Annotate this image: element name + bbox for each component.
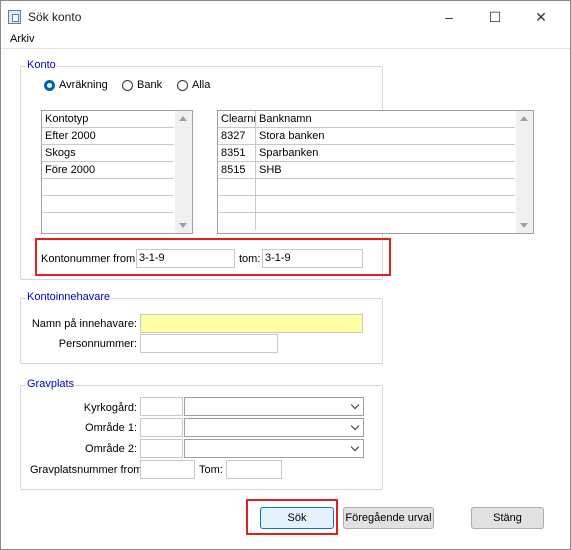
bank-scrollbar[interactable]	[516, 111, 533, 233]
namn-field[interactable]	[140, 314, 363, 333]
gravplats-legend: Gravplats	[26, 378, 76, 390]
namn-label: Namn på innehavare:	[31, 318, 137, 330]
app-icon	[8, 10, 21, 24]
close-button[interactable]: ✕	[518, 5, 564, 29]
radio-bank-label: Bank	[137, 79, 163, 91]
personnummer-label: Personnummer:	[58, 338, 137, 350]
omrade2-code-field[interactable]	[140, 439, 183, 458]
bank-list[interactable]: Clearnr Banknamn 8327 Stora banken 8351 …	[217, 110, 534, 234]
highlight-box-sok	[246, 499, 338, 535]
gravplatsnummer-from-field[interactable]	[140, 460, 195, 479]
konto-legend: Konto	[26, 59, 57, 71]
maximize-button[interactable]: ☐	[472, 5, 518, 29]
list-item[interactable]	[42, 179, 174, 196]
list-item[interactable]: Efter 2000	[42, 128, 174, 145]
omrade1-label: Område 1:	[85, 422, 137, 434]
gravplatsnummer-tom-field[interactable]	[226, 460, 282, 479]
bank-clearnr-cell[interactable]	[218, 213, 256, 230]
maximize-icon: ☐	[488, 9, 502, 25]
bank-name-cell[interactable]: SHB	[256, 162, 515, 179]
gravplatsnummer-from-label: Gravplatsnummer from:	[30, 464, 146, 476]
menu-arkiv[interactable]: Arkiv	[10, 33, 34, 45]
radio-avrakning-dot[interactable]	[44, 80, 55, 91]
radio-alla-dot[interactable]	[177, 80, 188, 91]
bank-clearnr-cell[interactable]	[218, 179, 256, 196]
bank-name-cell[interactable]	[256, 213, 515, 230]
foregaende-urval-button[interactable]: Föregående urval	[343, 507, 434, 529]
title-bar: Sök konto – ☐ ✕	[1, 1, 570, 31]
search-account-window: Sök konto – ☐ ✕ Arkiv Konto Avräkning Ba…	[0, 0, 571, 550]
bank-clearnr-cell[interactable]: 8515	[218, 162, 256, 179]
kontotyp-scrollbar[interactable]	[175, 111, 192, 233]
window-title: Sök konto	[28, 10, 82, 24]
list-item[interactable]: Kontotyp	[42, 111, 174, 128]
bank-name-cell[interactable]: Stora banken	[256, 128, 515, 145]
minimize-icon: –	[445, 9, 453, 25]
kyrkogard-code-field[interactable]	[140, 397, 183, 416]
bank-clearnr-cell[interactable]: Clearnr	[218, 111, 256, 128]
bank-clearnr-cell[interactable]: 8351	[218, 145, 256, 162]
personnummer-field[interactable]	[140, 334, 278, 353]
menu-bar: Arkiv	[1, 31, 570, 49]
bank-clearnr-cell[interactable]: 8327	[218, 128, 256, 145]
minimize-button[interactable]: –	[426, 5, 472, 29]
chevron-down-icon[interactable]	[350, 421, 360, 431]
scroll-down-icon[interactable]	[520, 223, 528, 228]
bank-name-cell[interactable]: Sparbanken	[256, 145, 515, 162]
kyrkogard-label: Kyrkogård:	[83, 402, 137, 414]
list-item[interactable]: Skogs	[42, 145, 174, 162]
radio-alla-label: Alla	[192, 79, 211, 91]
list-item[interactable]	[42, 213, 174, 230]
omrade1-dropdown[interactable]	[184, 418, 364, 437]
radio-avrakning-label: Avräkning	[59, 79, 108, 91]
scroll-up-icon[interactable]	[179, 116, 187, 121]
chevron-down-icon[interactable]	[350, 400, 360, 410]
radio-bank-dot[interactable]	[122, 80, 133, 91]
scroll-up-icon[interactable]	[520, 116, 528, 121]
omrade2-dropdown[interactable]	[184, 439, 364, 458]
kyrkogard-dropdown[interactable]	[184, 397, 364, 416]
bank-name-cell[interactable]: Banknamn	[256, 111, 515, 128]
stang-button[interactable]: Stäng	[471, 507, 544, 529]
gravplatsnummer-tom-label: Tom:	[199, 464, 223, 476]
chevron-down-icon[interactable]	[350, 442, 360, 452]
highlight-box-kontonummer	[35, 238, 391, 276]
list-item[interactable]	[42, 196, 174, 213]
scroll-down-icon[interactable]	[179, 223, 187, 228]
bank-clearnr-cell[interactable]	[218, 196, 256, 213]
list-item[interactable]: Före 2000	[42, 162, 174, 179]
bank-name-cell[interactable]	[256, 179, 515, 196]
kontoinnehavare-legend: Kontoinnehavare	[26, 291, 112, 303]
omrade2-label: Område 2:	[85, 443, 137, 455]
close-icon: ✕	[535, 9, 547, 25]
omrade1-code-field[interactable]	[140, 418, 183, 437]
bank-name-cell[interactable]	[256, 196, 515, 213]
kontotyp-list[interactable]: Kontotyp Efter 2000 Skogs Före 2000	[41, 110, 193, 234]
